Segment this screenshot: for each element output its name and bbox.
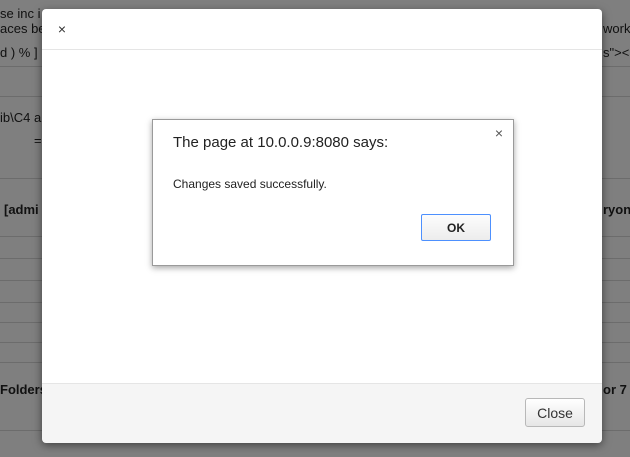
close-icon[interactable]: ×	[55, 21, 69, 37]
modal-header: ×	[42, 9, 602, 50]
modal-footer: Close	[42, 383, 602, 443]
alert-title: The page at 10.0.0.9:8080 says:	[173, 134, 389, 151]
ok-button[interactable]: OK	[421, 214, 491, 241]
alert-dialog: The page at 10.0.0.9:8080 says: × Change…	[152, 119, 514, 266]
close-button[interactable]: Close	[525, 398, 585, 427]
close-icon[interactable]: ×	[492, 126, 506, 140]
alert-message: Changes saved successfully.	[173, 177, 327, 191]
